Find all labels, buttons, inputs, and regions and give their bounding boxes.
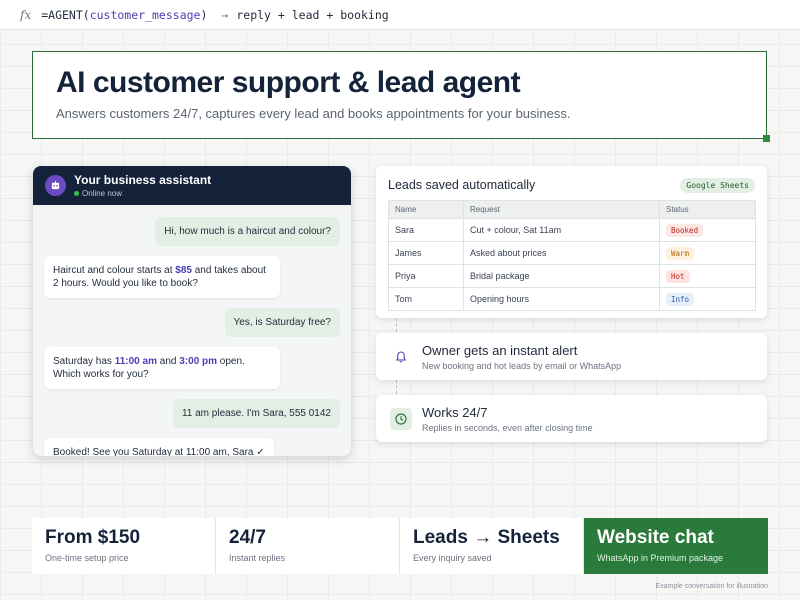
chat-header: Your business assistant Online now — [33, 166, 351, 205]
selection-handle[interactable] — [763, 135, 770, 142]
lead-name: Sara — [388, 218, 464, 242]
bell-icon — [390, 346, 412, 368]
alert-feature-card: Owner gets an instant alert New booking … — [376, 333, 767, 380]
robot-icon — [51, 180, 60, 190]
formula-result: reply + lead + booking — [236, 7, 389, 22]
page-subtitle: Answers customers 24/7, captures every l… — [56, 106, 571, 121]
online-dot-icon — [74, 191, 79, 196]
hero-card: AI customer support & lead agent Answers… — [32, 51, 770, 142]
stat-label: One-time setup price — [45, 553, 129, 563]
google-sheets-badge: Google Sheets — [680, 177, 755, 193]
stat-value: Leads → Sheets — [413, 527, 560, 548]
table-row[interactable]: James Asked about prices Warm — [388, 241, 756, 265]
stat-value: 24/7 — [229, 527, 266, 548]
stats-bar: From $150 One-time setup price 24/7 Inst… — [32, 518, 768, 574]
stat-channel: Website chat WhatsApp in Premium package — [584, 518, 768, 574]
bot-avatar — [45, 175, 66, 196]
table-row[interactable]: Priya Bridal package Hot — [388, 264, 756, 288]
feature-title: Owner gets an instant alert — [422, 342, 578, 358]
footnote: Example conversation for illustration — [655, 583, 768, 590]
page-title: AI customer support & lead agent — [56, 66, 521, 99]
leads-table: Name Request Status Sara Cut + colour, S… — [388, 200, 756, 311]
fx-icon: fx — [20, 7, 32, 22]
clock-icon-glyph — [395, 412, 407, 425]
time-slot-highlight: 3:00 pm — [179, 356, 218, 367]
feature-subtitle: New booking and hot leads by email or Wh… — [422, 360, 622, 371]
price-highlight: $85 — [175, 265, 192, 276]
time-slot-highlight: 11:00 am — [114, 356, 157, 367]
status-badge: Hot — [666, 269, 690, 283]
formula-close: ) — [200, 7, 208, 22]
status-badge: Booked — [666, 223, 704, 237]
leads-title: Leads saved automatically — [388, 178, 536, 192]
formula-bar[interactable]: fx =AGENT(customer_message) → reply + le… — [0, 0, 800, 30]
bot-message: Saturday has 11:00 am and 3:00 pm open. … — [44, 347, 280, 389]
clock-icon — [390, 407, 412, 430]
bot-message: Haircut and colour starts at $85 and tak… — [44, 256, 280, 298]
stat-availability: 24/7 Instant replies — [216, 518, 400, 574]
online-status-label: Online now — [82, 189, 123, 198]
message-text: and — [156, 356, 180, 367]
lead-name: Tom — [388, 287, 464, 311]
chat-title: Your business assistant — [74, 173, 212, 187]
lead-request: Opening hours — [463, 287, 660, 311]
lead-name: Priya — [388, 264, 464, 288]
user-message: Yes, is Saturday free? — [224, 308, 340, 337]
chat-widget: Your business assistant Online now Hi, h… — [33, 166, 351, 456]
formula-argument: customer_message — [89, 7, 201, 22]
feature-subtitle: Replies in seconds, even after closing t… — [422, 422, 593, 433]
message-text: Saturday has — [53, 356, 115, 367]
lead-name: James — [388, 241, 464, 265]
bell-icon-glyph — [395, 350, 407, 362]
column-header: Request — [463, 200, 660, 219]
column-header: Name — [388, 200, 464, 219]
leads-card: Leads saved automatically Google Sheets … — [376, 166, 767, 318]
formula-function: =AGENT( — [41, 7, 90, 22]
table-row[interactable]: Sara Cut + colour, Sat 11am Booked — [388, 218, 756, 242]
formula-arrow: → — [221, 7, 229, 22]
user-message: Hi, how much is a haircut and colour? — [155, 217, 340, 246]
lead-request: Bridal package — [463, 264, 660, 288]
message-list: Hi, how much is a haircut and colour? Ha… — [33, 205, 351, 456]
flow-connector — [396, 318, 397, 332]
stat-label: WhatsApp in Premium package — [597, 553, 724, 563]
feature-title: Works 24/7 — [422, 404, 488, 420]
stat-leads: Leads → Sheets Every inquiry saved — [400, 518, 584, 574]
stat-price: From $150 One-time setup price — [32, 518, 216, 574]
flow-connector — [396, 380, 397, 394]
lead-request: Asked about prices — [463, 241, 660, 265]
lead-request: Cut + colour, Sat 11am — [463, 218, 660, 242]
table-row[interactable]: Tom Opening hours Info — [388, 287, 756, 311]
message-text: Haircut and colour starts at — [53, 265, 176, 276]
status-badge: Warm — [666, 246, 695, 260]
column-header: Status — [659, 200, 756, 219]
bot-message: Booked! See you Saturday at 11:00 am, Sa… — [44, 438, 274, 456]
stat-value: Website chat — [597, 527, 714, 548]
stat-value: From $150 — [45, 527, 141, 548]
status-badge: Info — [666, 292, 695, 306]
stat-label: Instant replies — [229, 553, 286, 563]
online-status: Online now — [74, 189, 211, 198]
stat-label: Every inquiry saved — [413, 553, 492, 563]
always-on-feature-card: Works 24/7 Replies in seconds, even afte… — [376, 395, 767, 442]
user-message: 11 am please. I'm Sara, 555 0142 — [172, 399, 340, 428]
